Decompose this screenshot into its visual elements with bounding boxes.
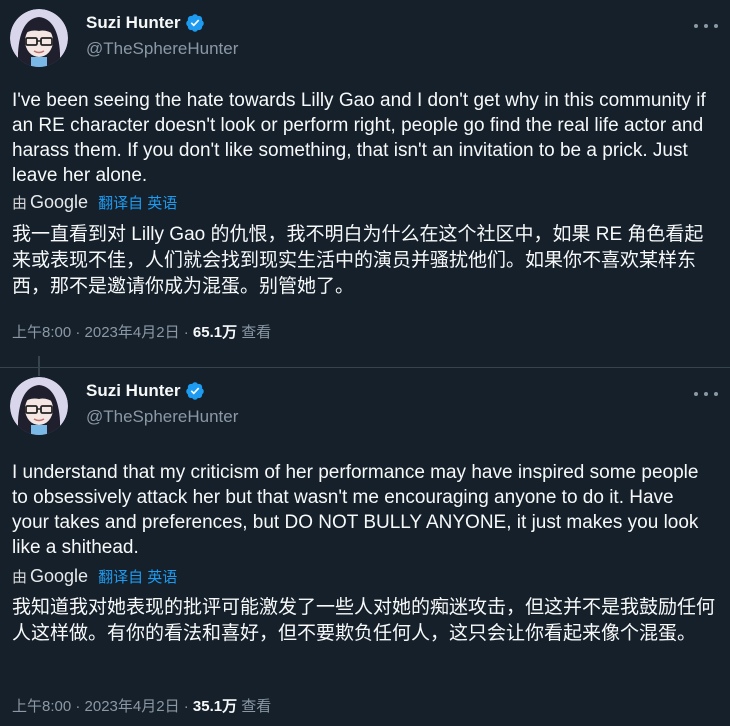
translated-text: 我知道我对她表现的批评可能激发了一些人对她的痴迷攻击，但这并不是我鼓励任何人这样… (12, 597, 716, 644)
more-options-icon[interactable] (694, 16, 718, 36)
tweet-text: I understand that my criticism of her pe… (12, 462, 699, 558)
tweet-meta: 上午8:00 · 2023年4月2日 · 65.1万 查看 (12, 321, 271, 342)
views-label: 查看 (237, 698, 272, 715)
timestamp[interactable]: 上午8:00 · 2023年4月2日 · (12, 698, 193, 715)
tweet-meta: 上午8:00 · 2023年4月2日 · 35.1万 查看 (12, 695, 271, 716)
author-name[interactable]: Suzi Hunter (86, 381, 180, 401)
author-handle[interactable]: @TheSphereHunter (86, 39, 238, 59)
more-options-icon[interactable] (694, 384, 718, 404)
translated-by-label: 由 (12, 195, 28, 212)
verified-badge-icon (186, 14, 205, 32)
translation-attribution: 由 Google 翻译自 英语 (12, 566, 177, 587)
translated-from-link[interactable]: 翻译自 英语 (98, 192, 177, 213)
translation-attribution: 由 Google 翻译自 英语 (12, 192, 177, 213)
google-logo: Google (30, 192, 89, 212)
avatar[interactable] (10, 377, 68, 435)
author-name[interactable]: Suzi Hunter (86, 13, 180, 33)
google-logo: Google (30, 566, 89, 586)
translated-from-link[interactable]: 翻译自 英语 (98, 566, 177, 587)
divider (0, 367, 730, 368)
views-count[interactable]: 65.1万 (193, 324, 237, 341)
thread-connector-line (38, 356, 40, 376)
views-count[interactable]: 35.1万 (193, 698, 237, 715)
translated-by-label: 由 (12, 569, 28, 586)
verified-badge-icon (186, 382, 205, 400)
translated-text: 我一直看到对 Lilly Gao 的仇恨，我不明白为什么在这个社区中，如果 RE… (12, 224, 704, 297)
timestamp[interactable]: 上午8:00 · 2023年4月2日 · (12, 324, 193, 341)
tweet-text: I've been seeing the hate towards Lilly … (12, 90, 706, 186)
views-label: 查看 (237, 324, 272, 341)
author-handle[interactable]: @TheSphereHunter (86, 407, 238, 427)
avatar[interactable] (10, 9, 68, 67)
